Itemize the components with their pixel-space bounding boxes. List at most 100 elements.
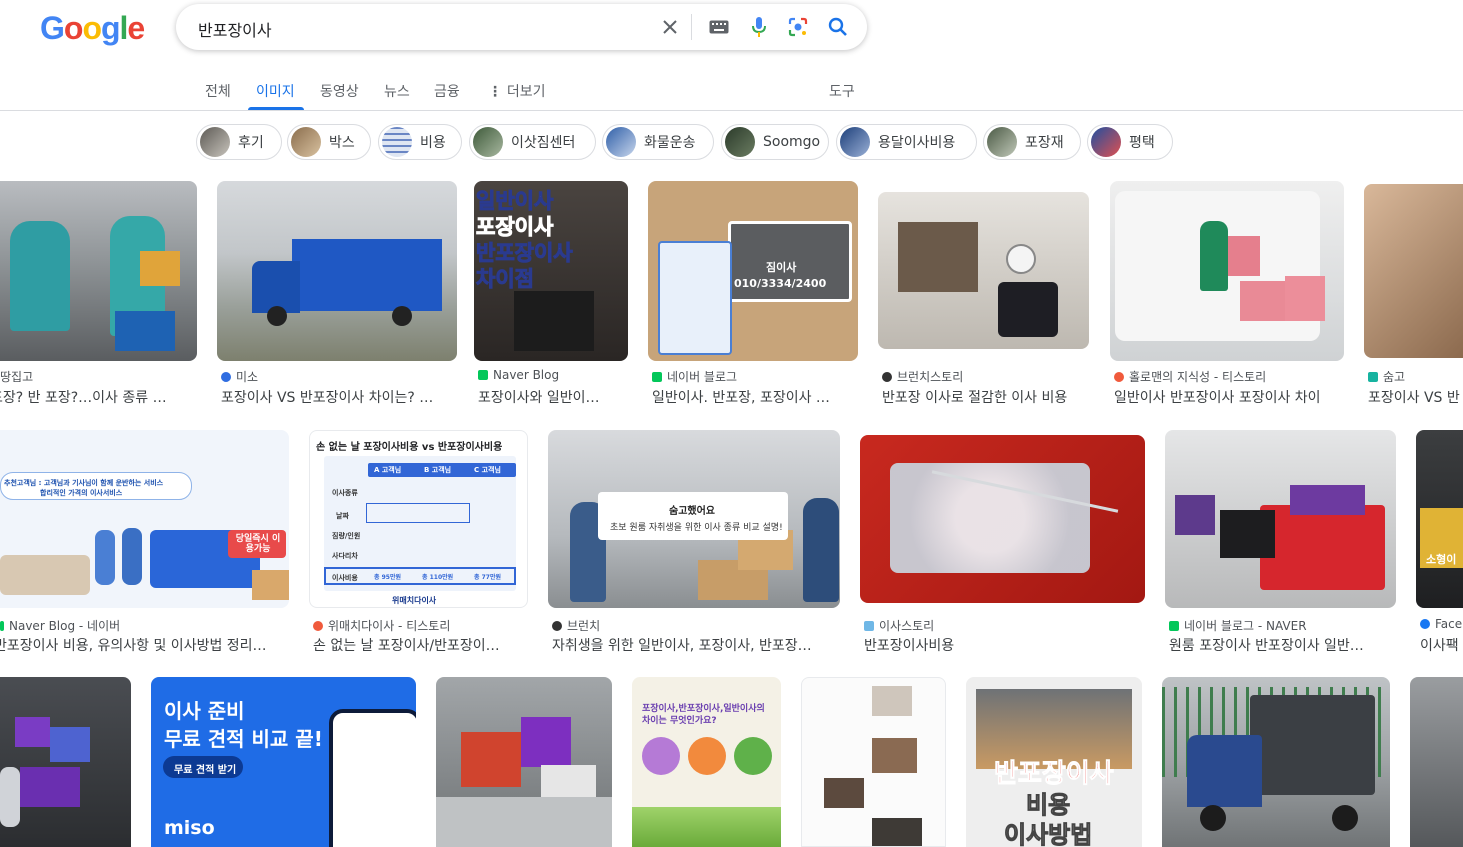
result-image[interactable]: 일반이사 포장이사 반포장이사 차이점 <box>474 181 628 361</box>
result-image[interactable] <box>1165 430 1396 608</box>
chip-thumbnail <box>606 127 636 157</box>
result-image[interactable]: 소형이 <box>1416 430 1463 608</box>
tab-videos[interactable]: 동영상 <box>320 81 359 101</box>
table-cost: 총 95만원 <box>374 574 401 581</box>
search-input[interactable]: 반포장이사 <box>198 17 272 41</box>
tab-more[interactable]: ⋮ 더보기 <box>488 81 546 101</box>
tools-button[interactable]: 도구 <box>829 81 855 101</box>
result-title[interactable]: 손 없는 날 포장이사/반포장이… <box>313 635 528 655</box>
chip-soomgo[interactable]: Soomgo <box>721 124 829 160</box>
chip-label: 평택 <box>1129 135 1155 151</box>
image-truck-cover <box>1250 695 1375 795</box>
image-worker <box>1200 221 1228 291</box>
result-source[interactable]: 위매치다이사 - 티스토리 <box>313 617 528 634</box>
result-image[interactable] <box>217 181 457 361</box>
result-image[interactable]: 숨고했어요 초보 원룸 자취생을 위한 이사 종류 비교 설명! <box>548 430 840 608</box>
result-title[interactable]: 원룸 포장이사 반포장이사 일반… <box>1169 635 1396 655</box>
chip-thumbnail <box>200 127 230 157</box>
chip-packing-material[interactable]: 포장재 <box>983 124 1081 160</box>
image-caption: 손 없는 날 포장이사비용 vs 반포장이사비용 <box>316 442 503 453</box>
keyboard-icon[interactable] <box>708 16 730 38</box>
result-source[interactable]: 브런치 <box>552 617 840 634</box>
source-label: 미소 <box>236 370 259 384</box>
result-source[interactable]: Face <box>1420 617 1463 631</box>
result-source[interactable]: 네이버 블로그 - NAVER <box>1169 617 1396 634</box>
image-sofa <box>0 555 90 595</box>
chip-moving-center[interactable]: 이삿짐센터 <box>469 124 596 160</box>
search-icon[interactable] <box>827 16 849 38</box>
result-source[interactable]: 땅집고 <box>0 368 197 385</box>
favicon <box>864 620 874 631</box>
result-image[interactable] <box>801 677 946 847</box>
image-circle <box>688 737 726 775</box>
table-cost: 총 110만원 <box>422 574 454 581</box>
tab-news[interactable]: 뉴스 <box>384 81 410 101</box>
favicon <box>0 620 4 631</box>
microphone-icon[interactable] <box>748 16 770 38</box>
image-crate <box>521 717 571 767</box>
result-source[interactable]: 네이버 블로그 <box>652 368 858 385</box>
result-image[interactable] <box>1110 181 1344 361</box>
chip-label: Soomgo <box>763 134 821 150</box>
result-title[interactable]: 이사팩 <box>1420 635 1463 655</box>
result-title[interactable]: 반포장이사비용 <box>864 635 1145 655</box>
result-image[interactable]: 이사 준비 무료 견적 비교 끝! 무료 견적 받기 miso <box>151 677 416 847</box>
result-image[interactable] <box>878 192 1089 349</box>
result-title[interactable]: 일반이사. 반포장, 포장이사 … <box>652 387 858 407</box>
chip-truck-cost[interactable]: 용달이사비용 <box>836 124 977 160</box>
result-title[interactable]: 자취생을 위한 일반이사, 포장이사, 반포장… <box>552 635 840 655</box>
result-source[interactable]: Naver Blog <box>478 368 628 382</box>
result-image[interactable]: 추천고객님 : 고객님과 기사님이 함께 운반하는 서비스 합리적인 가격의 이… <box>0 430 289 608</box>
result-image[interactable] <box>436 677 612 847</box>
chip-freight[interactable]: 화물운송 <box>602 124 714 160</box>
result-image[interactable]: 짐이사 010/3334/2400 <box>648 181 858 361</box>
result-source[interactable]: Naver Blog - 네이버 <box>0 617 289 634</box>
favicon <box>652 371 662 382</box>
result-image[interactable] <box>1410 677 1463 847</box>
result-source[interactable]: 숨고 <box>1368 368 1463 385</box>
result-image[interactable]: 손 없는 날 포장이사비용 vs 반포장이사비용 A 고객님 B 고객님 C 고… <box>309 430 528 608</box>
lens-icon[interactable] <box>787 16 809 38</box>
table-row-label: 날짜 <box>336 512 349 520</box>
chip-review[interactable]: 후기 <box>196 124 282 160</box>
result-source[interactable]: 홀로맨의 지식성 - 티스토리 <box>1114 368 1344 385</box>
result-image[interactable] <box>0 677 131 847</box>
favicon <box>478 370 488 380</box>
image-truck-bed <box>436 797 612 847</box>
search-box[interactable]: 반포장이사 <box>176 4 867 50</box>
result-title[interactable]: 일반이사 반포장이사 포장이사 차이 <box>1114 387 1344 407</box>
chip-label: 화물운송 <box>644 135 696 151</box>
chip-pyeongtaek[interactable]: 평택 <box>1087 124 1173 160</box>
result-title[interactable]: 반포장 이사로 절감한 이사 비용 <box>882 387 1089 407</box>
image-box <box>1285 276 1325 321</box>
result-title[interactable]: 포장이사와 일반이… <box>478 387 628 407</box>
image-caption: 당일즉시 이용가능 <box>235 534 281 554</box>
image-photo <box>872 818 922 846</box>
clear-icon[interactable] <box>659 16 681 38</box>
google-logo[interactable]: Google <box>40 10 145 47</box>
chip-cost[interactable]: 비용 <box>378 124 462 160</box>
image-box <box>140 251 180 286</box>
result-image[interactable] <box>1162 677 1390 847</box>
result-image[interactable] <box>0 181 197 361</box>
chip-box[interactable]: 박스 <box>287 124 371 160</box>
result-title[interactable]: 포장이사 VS 반 <box>1368 387 1463 407</box>
source-label: 네이버 블로그 <box>667 370 738 384</box>
result-title[interactable]: 반포장이사 비용, 유의사항 및 이사방법 정리… <box>0 635 289 655</box>
image-worker <box>122 528 142 585</box>
result-source[interactable]: 브런치스토리 <box>882 368 1089 385</box>
result-image[interactable]: 포장이사,반포장이사,일반이사의 차이는 무엇인가요? <box>632 677 781 847</box>
image-box <box>1240 281 1285 321</box>
tab-all[interactable]: 전체 <box>205 81 231 101</box>
result-title[interactable]: 포장? 반 포장?…이사 종류 … <box>0 387 197 407</box>
result-source[interactable]: 이사스토리 <box>864 617 1145 634</box>
tab-images[interactable]: 이미지 <box>256 81 295 101</box>
tab-finance[interactable]: 금융 <box>434 81 460 101</box>
result-image[interactable] <box>860 435 1145 603</box>
result-image[interactable]: 반포장이사 비용 이사방법 <box>966 677 1142 847</box>
result-source[interactable]: 미소 <box>221 368 457 385</box>
result-image[interactable] <box>1364 184 1463 358</box>
chip-label: 이삿짐센터 <box>511 135 576 151</box>
result-title[interactable]: 포장이사 VS 반포장이사 차이는? … <box>221 387 457 407</box>
image-truck-box <box>292 239 442 311</box>
